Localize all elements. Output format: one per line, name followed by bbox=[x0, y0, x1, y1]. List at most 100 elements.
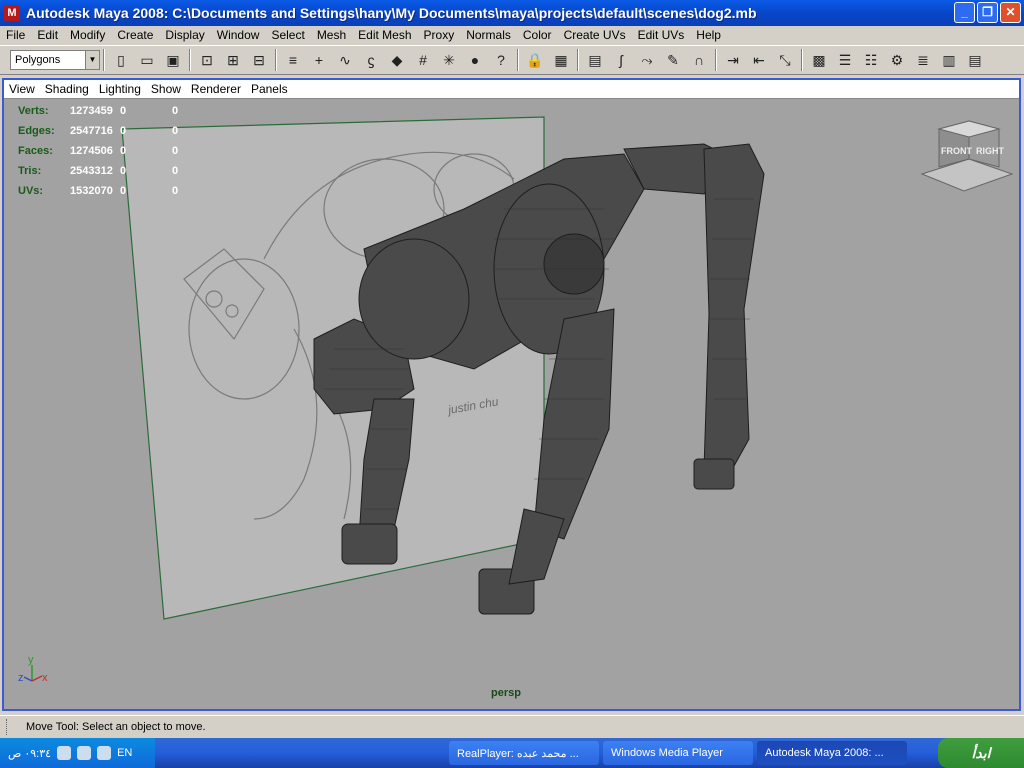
select-component-icon[interactable]: ⊟ bbox=[248, 49, 270, 71]
hud-value: 0 bbox=[172, 165, 179, 177]
separator bbox=[189, 49, 191, 71]
selection-highlight-icon[interactable]: ▦ bbox=[550, 49, 572, 71]
panel-menu-renderer[interactable]: Renderer bbox=[186, 82, 246, 96]
panel-menu-panels[interactable]: Panels bbox=[246, 82, 293, 96]
viewcube-right-label[interactable]: RIGHT bbox=[976, 146, 1005, 156]
language-icon[interactable] bbox=[97, 746, 112, 760]
mask-icon[interactable]: ≡ bbox=[282, 49, 304, 71]
snap-surface-icon[interactable]: ◆ bbox=[386, 49, 408, 71]
network-icon[interactable] bbox=[57, 746, 72, 760]
menu-file[interactable]: File bbox=[0, 28, 31, 42]
task-realplayer[interactable]: RealPlayer: محمد عبده ... bbox=[449, 741, 599, 765]
select-object-icon[interactable]: ⊞ bbox=[222, 49, 244, 71]
input-ops-icon[interactable]: ʃ bbox=[610, 49, 632, 71]
separator bbox=[715, 49, 717, 71]
panel-menu-shading[interactable]: Shading bbox=[40, 82, 94, 96]
render-current-icon[interactable]: ☰ bbox=[834, 49, 856, 71]
new-scene-icon[interactable]: ▯ bbox=[110, 49, 132, 71]
window-title: Autodesk Maya 2008: C:\Documents and Set… bbox=[26, 5, 757, 21]
snap-view-icon[interactable]: ✳ bbox=[438, 49, 460, 71]
hud-value: 0 bbox=[120, 165, 127, 177]
menu-mesh[interactable]: Mesh bbox=[311, 28, 352, 42]
perspective-scene[interactable]: justin chu FRONT RIGHT y z x Verts: 1273… bbox=[4, 99, 1019, 709]
menu-help[interactable]: Help bbox=[690, 28, 727, 42]
menu-display[interactable]: Display bbox=[159, 28, 210, 42]
output-line-icon[interactable]: ⇤ bbox=[748, 49, 770, 71]
language-indicator[interactable]: EN bbox=[117, 747, 132, 759]
menu-create-uvs[interactable]: Create UVs bbox=[558, 28, 632, 42]
hud-row-edges: Edges: 2547716 0 0 bbox=[18, 121, 192, 141]
chevron-down-icon[interactable]: ▼ bbox=[85, 51, 99, 69]
input-line-icon[interactable]: ⇥ bbox=[722, 49, 744, 71]
paint-icon[interactable]: ✎ bbox=[662, 49, 684, 71]
task-maya[interactable]: Autodesk Maya 2008: ... bbox=[757, 741, 907, 765]
menu-normals[interactable]: Normals bbox=[460, 28, 517, 42]
close-button[interactable]: ✕ bbox=[1000, 2, 1021, 23]
hud-value: 0 bbox=[172, 105, 179, 117]
separator bbox=[103, 49, 105, 71]
menu-set-dropdown[interactable]: Polygons ▼ bbox=[10, 50, 100, 70]
render-settings-icon[interactable]: ⚙ bbox=[886, 49, 908, 71]
hud-row-uvs: UVs: 1532070 0 0 bbox=[18, 181, 192, 201]
system-tray: ٠٩:٣٤ ص EN bbox=[0, 738, 155, 768]
hud-value: 0 bbox=[120, 185, 127, 197]
select-all-icon[interactable]: + bbox=[308, 49, 330, 71]
separator bbox=[801, 49, 803, 71]
live-surface-icon[interactable]: ● bbox=[464, 49, 486, 71]
minimize-button[interactable]: _ bbox=[954, 2, 975, 23]
output-ops-icon[interactable]: ⤳ bbox=[636, 49, 658, 71]
clock[interactable]: ٠٩:٣٤ ص bbox=[8, 747, 51, 760]
hud-value: 2547716 bbox=[70, 125, 113, 137]
panel-menu-view[interactable]: View bbox=[4, 82, 40, 96]
hud-value: 2543312 bbox=[70, 165, 113, 177]
grip-handle[interactable] bbox=[6, 718, 12, 735]
hud-label: UVs: bbox=[18, 185, 44, 197]
menu-create[interactable]: Create bbox=[111, 28, 159, 42]
menu-window[interactable]: Window bbox=[211, 28, 266, 42]
menu-edit[interactable]: Edit bbox=[31, 28, 64, 42]
start-button[interactable]: ابدأ bbox=[938, 738, 1024, 768]
maya-app-icon[interactable]: M bbox=[4, 5, 20, 21]
main-menu-bar: File Edit Modify Create Display Window S… bbox=[0, 26, 1024, 44]
hud-value: 0 bbox=[172, 125, 179, 137]
snap-point-icon[interactable]: ϛ bbox=[360, 49, 382, 71]
open-scene-icon[interactable]: ▭ bbox=[136, 49, 158, 71]
outliner-icon[interactable]: ▤ bbox=[964, 49, 986, 71]
attribute-editor-icon[interactable]: ≣ bbox=[912, 49, 934, 71]
menu-edit-mesh[interactable]: Edit Mesh bbox=[352, 28, 417, 42]
task-windows-media-player[interactable]: Windows Media Player bbox=[603, 741, 753, 765]
panel-menu-bar: View Shading Lighting Show Renderer Pane… bbox=[4, 80, 1019, 99]
viewport-panel[interactable]: View Shading Lighting Show Renderer Pane… bbox=[2, 78, 1021, 711]
snap-grid-icon[interactable]: # bbox=[412, 49, 434, 71]
magnet-icon[interactable]: ∩ bbox=[688, 49, 710, 71]
construction-history-icon[interactable]: ▤ bbox=[584, 49, 606, 71]
hud-row-tris: Tris: 2543312 0 0 bbox=[18, 161, 192, 181]
snap-curve-icon[interactable]: ∿ bbox=[334, 49, 356, 71]
restore-button[interactable]: ❐ bbox=[977, 2, 998, 23]
menu-color[interactable]: Color bbox=[517, 28, 558, 42]
axis-z-label: z bbox=[18, 672, 24, 684]
menu-edit-uvs[interactable]: Edit UVs bbox=[632, 28, 691, 42]
channel-box-icon[interactable]: ⤡ bbox=[774, 49, 796, 71]
title-bar: M Autodesk Maya 2008: C:\Documents and S… bbox=[0, 0, 1024, 26]
render-view-icon[interactable]: ▩ bbox=[808, 49, 830, 71]
hud-value: 0 bbox=[172, 145, 179, 157]
view-cube[interactable] bbox=[920, 120, 1014, 192]
menu-modify[interactable]: Modify bbox=[64, 28, 111, 42]
help-line-text: Move Tool: Select an object to move. bbox=[26, 720, 206, 733]
hud-value: 0 bbox=[120, 105, 127, 117]
help-icon[interactable]: ? bbox=[490, 49, 512, 71]
select-hierarchy-icon[interactable]: ⊡ bbox=[196, 49, 218, 71]
panel-menu-lighting[interactable]: Lighting bbox=[94, 82, 146, 96]
panel-menu-show[interactable]: Show bbox=[146, 82, 186, 96]
separator bbox=[275, 49, 277, 71]
ipr-render-icon[interactable]: ☷ bbox=[860, 49, 882, 71]
viewcube-front-label[interactable]: FRONT bbox=[941, 146, 972, 156]
hud-value: 1273459 bbox=[70, 105, 113, 117]
menu-select[interactable]: Select bbox=[265, 28, 310, 42]
tool-settings-icon[interactable]: ▥ bbox=[938, 49, 960, 71]
lock-icon[interactable]: 🔒 bbox=[524, 49, 546, 71]
volume-icon[interactable] bbox=[77, 746, 92, 760]
save-scene-icon[interactable]: ▣ bbox=[162, 49, 184, 71]
menu-proxy[interactable]: Proxy bbox=[418, 28, 461, 42]
